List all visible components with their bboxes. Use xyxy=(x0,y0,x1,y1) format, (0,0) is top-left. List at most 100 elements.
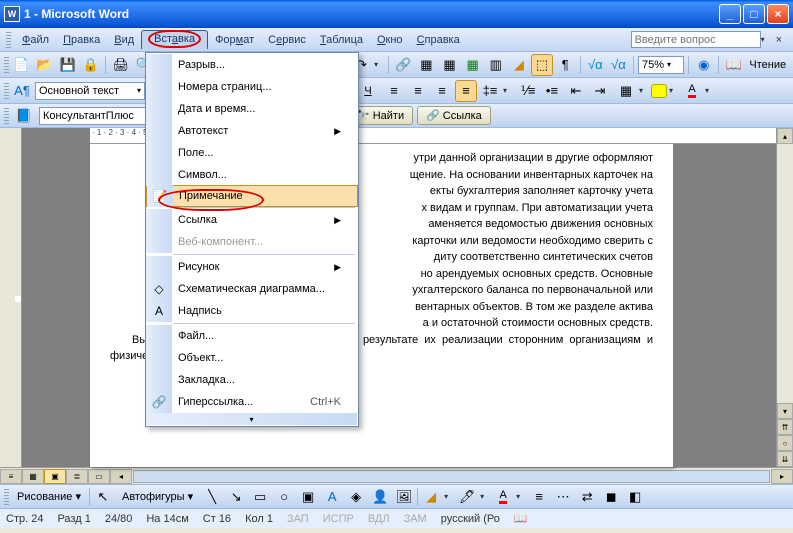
new-doc-icon[interactable]: 📄 xyxy=(11,54,32,76)
diagram-icon[interactable]: ◈ xyxy=(345,486,367,508)
menu-item-symbol[interactable]: Символ... xyxy=(146,164,357,186)
close-button[interactable]: × xyxy=(767,4,789,24)
menu-item-page-numbers[interactable]: Номера страниц... xyxy=(146,76,357,98)
permission-icon[interactable]: 🔒 xyxy=(80,54,101,76)
browse-next-icon[interactable]: ⇊ xyxy=(777,451,793,467)
konsultant-icon[interactable]: 📘 xyxy=(13,105,35,127)
align-right-icon[interactable]: ≡ xyxy=(431,80,453,102)
align-justify-icon[interactable]: ≡ xyxy=(455,80,477,102)
menu-item-date-time[interactable]: Дата и время... xyxy=(146,98,357,120)
status-trk[interactable]: ИСПР xyxy=(323,513,354,525)
3d-icon[interactable]: ◧ xyxy=(624,486,646,508)
menu-view[interactable]: Вид xyxy=(107,31,141,49)
menu-tools[interactable]: Сервис xyxy=(261,31,313,49)
print-view-icon[interactable]: ▣ xyxy=(44,469,66,484)
picture-icon[interactable]: 🖼 xyxy=(393,486,415,508)
scroll-left-icon[interactable]: ◂ xyxy=(110,469,132,484)
align-left-icon[interactable]: ≡ xyxy=(383,80,405,102)
help-icon[interactable]: ◉ xyxy=(693,54,714,76)
dash-style-icon[interactable]: ⋯ xyxy=(552,486,574,508)
normal-view-icon[interactable]: ≡ xyxy=(0,469,22,484)
tables-borders-icon[interactable]: ▦ xyxy=(416,54,437,76)
menu-help[interactable]: Справка xyxy=(410,31,467,49)
excel-icon[interactable]: ▦ xyxy=(462,54,483,76)
line-style-icon[interactable]: ≡ xyxy=(528,486,550,508)
status-rec[interactable]: ЗАП xyxy=(287,513,309,525)
line-spacing-icon[interactable]: ‡≡ xyxy=(479,80,501,102)
toolbar-grip[interactable] xyxy=(4,57,9,73)
outline-view-icon[interactable]: ≣ xyxy=(66,469,88,484)
autoshapes-menu[interactable]: Автофигуры ▾ xyxy=(116,488,199,505)
print-icon[interactable]: 🖨 xyxy=(110,54,131,76)
arrow-style-icon[interactable]: ⇄ xyxy=(576,486,598,508)
menu-item-autotext[interactable]: Автотекст▶ xyxy=(146,120,357,142)
equation-icon[interactable]: √α xyxy=(585,54,606,76)
menu-item-hyperlink[interactable]: 🔗Гиперссылка...Ctrl+K xyxy=(146,391,357,413)
spellcheck-status-icon[interactable]: 📖 xyxy=(514,512,528,525)
toolbar-grip[interactable] xyxy=(4,83,9,99)
web-view-icon[interactable]: ▦ xyxy=(22,469,44,484)
line-icon[interactable]: ╲ xyxy=(201,486,223,508)
show-hide-icon[interactable]: ¶ xyxy=(555,54,576,76)
clipart-icon[interactable]: 👤 xyxy=(369,486,391,508)
minimize-button[interactable]: _ xyxy=(719,4,741,24)
menu-item-comment[interactable]: 📝Примечание xyxy=(146,185,358,207)
menu-insert[interactable]: Вставка xyxy=(141,30,208,49)
askbox-dropdown[interactable]: ▾ xyxy=(761,35,771,44)
style-combo[interactable]: Основной текст▾ xyxy=(35,82,145,100)
menu-item-bookmark[interactable]: Закладка... xyxy=(146,369,357,391)
status-ovr[interactable]: ЗАМ xyxy=(404,513,427,525)
zoom-combo[interactable]: 75%▾ xyxy=(638,56,684,74)
underline-icon[interactable]: Ч xyxy=(357,80,379,102)
numbered-list-icon[interactable]: ⅟≡ xyxy=(517,80,539,102)
menu-item-picture[interactable]: Рисунок▶ xyxy=(146,256,357,278)
fill-color-icon[interactable]: ◢ xyxy=(420,486,442,508)
reading-view-icon[interactable]: ▭ xyxy=(88,469,110,484)
styles-pane-icon[interactable]: A¶ xyxy=(11,80,33,102)
decrease-indent-icon[interactable]: ⇤ xyxy=(565,80,587,102)
select-objects-icon[interactable]: ↖ xyxy=(92,486,114,508)
save-icon[interactable]: 💾 xyxy=(57,54,78,76)
scroll-up-icon[interactable]: ▴ xyxy=(777,128,793,144)
toolbar-grip[interactable] xyxy=(4,489,9,505)
scroll-down-icon[interactable]: ▾ xyxy=(777,403,793,419)
equation2-icon[interactable]: √α xyxy=(608,54,629,76)
menu-edit[interactable]: Правка xyxy=(56,31,107,49)
bullet-list-icon[interactable]: •≡ xyxy=(541,80,563,102)
textbox-icon[interactable]: ▣ xyxy=(297,486,319,508)
status-ext[interactable]: ВДЛ xyxy=(368,513,390,525)
browse-object-icon[interactable]: ○ xyxy=(777,435,793,451)
wordart-icon[interactable]: A xyxy=(321,486,343,508)
menu-expand-chevron[interactable]: ▾ xyxy=(146,413,357,425)
columns-icon[interactable]: ▥ xyxy=(485,54,506,76)
menu-item-reference[interactable]: Ссылка▶ xyxy=(146,209,357,231)
menu-file[interactable]: Файл xyxy=(15,31,56,49)
menu-item-file[interactable]: Файл... xyxy=(146,325,357,347)
reading-layout-icon[interactable]: 📖 xyxy=(723,54,744,76)
toolbar-grip[interactable] xyxy=(6,32,11,48)
browse-prev-icon[interactable]: ⇈ xyxy=(777,419,793,435)
menu-table[interactable]: Таблица xyxy=(313,31,370,49)
menu-item-diagram[interactable]: ◇Схематическая диаграмма... xyxy=(146,278,357,300)
menu-item-object[interactable]: Объект... xyxy=(146,347,357,369)
drawing-menu[interactable]: Рисование ▾ xyxy=(11,488,87,505)
font-color-icon[interactable]: A xyxy=(681,80,703,102)
align-center-icon[interactable]: ≡ xyxy=(407,80,429,102)
borders-icon[interactable]: ▦ xyxy=(615,80,637,102)
menu-window[interactable]: Окно xyxy=(370,31,410,49)
vertical-ruler[interactable] xyxy=(0,128,22,467)
menu-item-textbox[interactable]: AНадпись xyxy=(146,300,357,322)
konsultant-combo[interactable]: КонсультантПлюс▾ xyxy=(39,107,159,125)
vertical-scrollbar[interactable]: ▴ ▾ ⇈ ○ ⇊ xyxy=(776,128,793,467)
increase-indent-icon[interactable]: ⇥ xyxy=(589,80,611,102)
rectangle-icon[interactable]: ▭ xyxy=(249,486,271,508)
reading-label[interactable]: Чтение xyxy=(746,59,789,71)
toolbar-grip[interactable] xyxy=(4,108,9,124)
ask-question-input[interactable] xyxy=(631,31,761,48)
maximize-button[interactable]: □ xyxy=(743,4,765,24)
link-button[interactable]: 🔗Ссылка xyxy=(417,106,491,125)
menu-format[interactable]: Формат xyxy=(208,31,261,49)
oval-icon[interactable]: ○ xyxy=(273,486,295,508)
open-icon[interactable]: 📂 xyxy=(34,54,55,76)
hyperlink-icon[interactable]: 🔗 xyxy=(393,54,414,76)
